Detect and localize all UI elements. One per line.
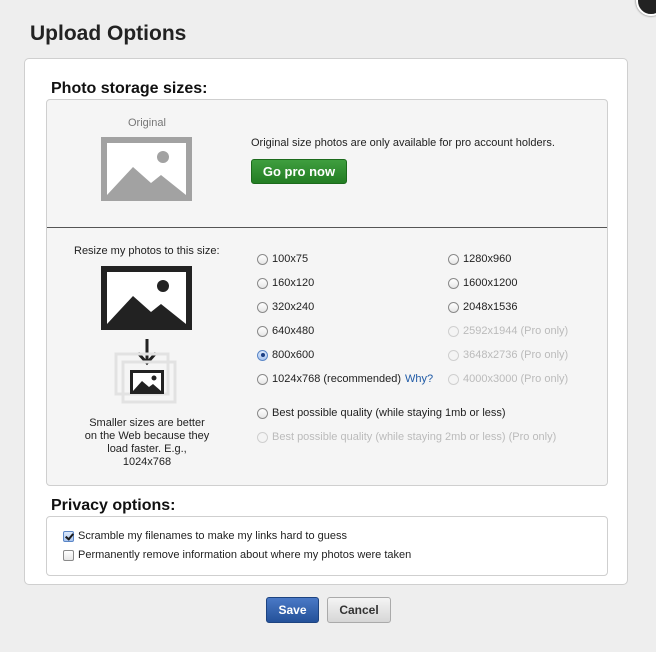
size-option-2592x1944: 2592x1944 (Pro only) xyxy=(448,324,568,338)
save-button[interactable]: Save xyxy=(266,597,319,623)
dialog-title: Upload Options xyxy=(30,22,187,45)
radio-button[interactable] xyxy=(257,325,268,337)
size-option-160x120[interactable]: 160x120 xyxy=(257,276,314,290)
radio-button-selected[interactable] xyxy=(257,349,268,361)
quality-option-label: Best possible quality (while staying 2mb… xyxy=(272,431,557,443)
size-option-1280x960[interactable]: 1280x960 xyxy=(448,252,511,266)
remove-location-option[interactable]: Permanently remove information about whe… xyxy=(63,549,411,561)
radio-button-disabled xyxy=(448,349,459,361)
quality-option-label: Best possible quality (while staying 1mb… xyxy=(272,407,506,419)
size-option-label: 160x120 xyxy=(272,277,315,289)
why-link[interactable]: Why? xyxy=(405,373,433,385)
radio-button[interactable] xyxy=(257,253,268,265)
original-image-icon xyxy=(101,137,192,201)
size-option-label: 4000x3000 (Pro only) xyxy=(463,373,569,385)
privacy-option-label: Scramble my filenames to make my links h… xyxy=(78,530,347,542)
size-option-4000x3000: 4000x3000 (Pro only) xyxy=(448,372,568,386)
size-help-text: Smaller sizes are better on the Web beca… xyxy=(84,417,210,468)
small-image-icon xyxy=(114,352,182,412)
size-option-label: 100x75 xyxy=(272,253,309,265)
radio-button[interactable] xyxy=(257,373,268,385)
storage-heading: Photo storage sizes: xyxy=(51,80,208,97)
privacy-option-label: Permanently remove information about whe… xyxy=(78,549,412,561)
size-option-label: 640x480 xyxy=(272,325,315,337)
resize-label: Resize my photos to this size: xyxy=(74,245,220,257)
close-button[interactable] xyxy=(636,0,656,16)
size-option-800x600[interactable]: 800x600 xyxy=(257,348,314,362)
size-option-640x480[interactable]: 640x480 xyxy=(257,324,314,338)
size-option-label: 1600x1200 xyxy=(463,277,518,289)
size-option-3648x2736: 3648x2736 (Pro only) xyxy=(448,348,568,362)
size-option-label: 1280x960 xyxy=(463,253,512,265)
privacy-heading: Privacy options: xyxy=(51,497,176,514)
radio-button[interactable] xyxy=(448,301,459,313)
checkbox[interactable] xyxy=(63,549,74,561)
cancel-button[interactable]: Cancel xyxy=(327,597,391,623)
quality-option-2mb: Best possible quality (while staying 2mb… xyxy=(257,430,556,444)
checkbox-checked[interactable] xyxy=(63,530,74,542)
size-option-label: 2048x1536 xyxy=(463,301,518,313)
privacy-box xyxy=(46,516,608,576)
radio-button[interactable] xyxy=(448,253,459,265)
quality-option-1mb[interactable]: Best possible quality (while staying 1mb… xyxy=(257,406,506,420)
size-option-2048x1536[interactable]: 2048x1536 xyxy=(448,300,517,314)
radio-button[interactable] xyxy=(257,277,268,289)
radio-button-disabled xyxy=(257,431,268,443)
pro-account-notice: Original size photos are only available … xyxy=(251,137,555,149)
radio-button[interactable] xyxy=(257,407,268,419)
size-option-320x240[interactable]: 320x240 xyxy=(257,300,314,314)
large-image-icon xyxy=(101,266,192,330)
radio-button[interactable] xyxy=(448,277,459,289)
size-option-label: 2592x1944 (Pro only) xyxy=(463,325,569,337)
size-option-label: 1024x768 (recommended) xyxy=(272,373,402,385)
radio-button[interactable] xyxy=(257,301,268,313)
size-option-1024x768[interactable]: 1024x768 (recommended) Why? xyxy=(257,372,433,386)
size-option-1600x1200[interactable]: 1600x1200 xyxy=(448,276,517,290)
go-pro-button[interactable]: Go pro now xyxy=(251,159,347,184)
radio-button-disabled xyxy=(448,373,459,385)
original-caption: Original xyxy=(128,117,166,129)
size-option-label: 320x240 xyxy=(272,301,315,313)
radio-button-disabled xyxy=(448,325,459,337)
divider xyxy=(47,227,607,228)
scramble-filenames-option[interactable]: Scramble my filenames to make my links h… xyxy=(63,530,347,542)
size-option-100x75[interactable]: 100x75 xyxy=(257,252,308,266)
size-option-label: 3648x2736 (Pro only) xyxy=(463,349,569,361)
size-option-label: 800x600 xyxy=(272,349,315,361)
